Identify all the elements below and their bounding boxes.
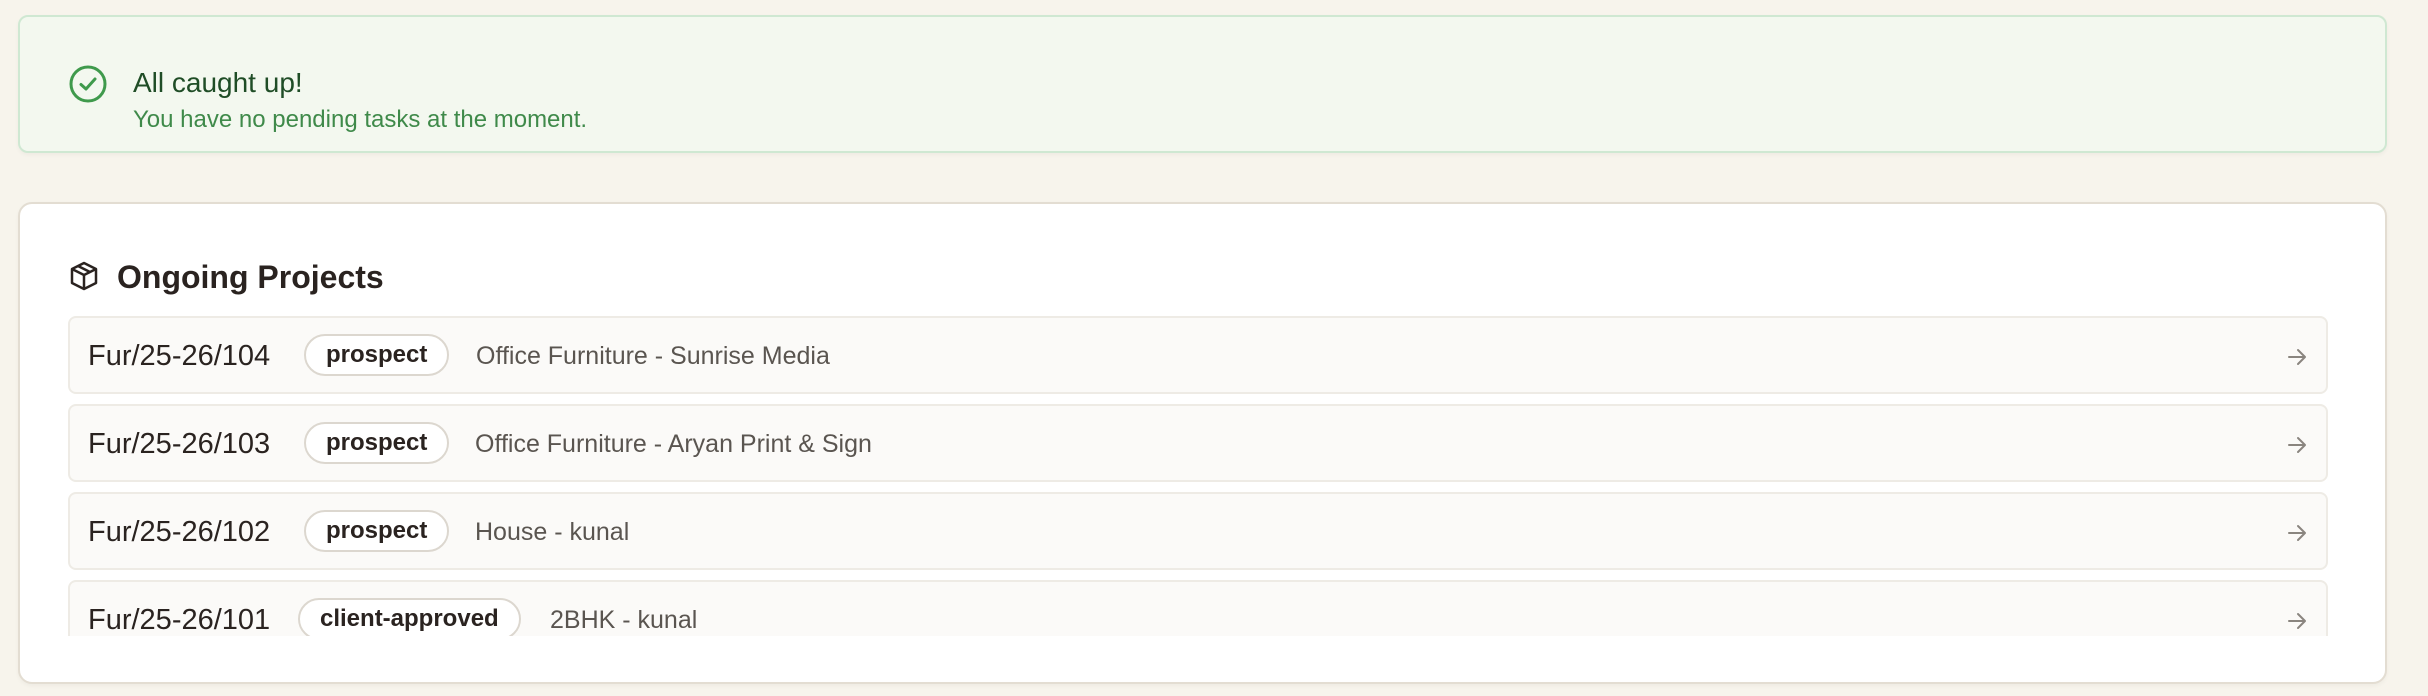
project-code: Fur/25-26/104 xyxy=(88,340,271,372)
ongoing-projects-card: Ongoing Projects Fur/25-26/104 prospect … xyxy=(18,202,2387,684)
status-badge: prospect xyxy=(304,510,450,552)
project-name: Office Furniture - Sunrise Media xyxy=(476,342,830,370)
arrow-right-icon[interactable] xyxy=(2286,522,2308,544)
project-list: Fur/25-26/104 prospect Office Furniture … xyxy=(68,316,2328,636)
project-name: House - kunal xyxy=(475,518,630,546)
project-row[interactable]: Fur/25-26/104 prospect Office Furniture … xyxy=(68,316,2328,394)
project-name: Office Furniture - Aryan Print & Sign xyxy=(475,430,872,458)
status-badge: prospect xyxy=(304,422,450,464)
arrow-right-icon[interactable] xyxy=(2286,434,2308,456)
arrow-right-icon[interactable] xyxy=(2286,346,2308,368)
project-code: Fur/25-26/101 xyxy=(88,604,271,636)
package-icon xyxy=(70,261,98,291)
project-code: Fur/25-26/103 xyxy=(88,428,271,460)
arrow-right-icon[interactable] xyxy=(2286,610,2308,632)
project-row[interactable]: Fur/25-26/101 client-approved 2BHK - kun… xyxy=(68,580,2328,636)
section-title: Ongoing Projects xyxy=(117,259,384,295)
alert-message: You have no pending tasks at the moment. xyxy=(133,106,588,133)
success-alert: All caught up! You have no pending tasks… xyxy=(18,15,2387,153)
check-circle-icon xyxy=(69,65,107,103)
alert-title: All caught up! xyxy=(133,67,303,98)
project-name: 2BHK - kunal xyxy=(550,606,698,634)
project-row[interactable]: Fur/25-26/103 prospect Office Furniture … xyxy=(68,404,2328,482)
status-badge: client-approved xyxy=(298,598,521,636)
project-code: Fur/25-26/102 xyxy=(88,516,271,548)
status-badge: prospect xyxy=(304,334,450,376)
project-row[interactable]: Fur/25-26/102 prospect House - kunal xyxy=(68,492,2328,570)
